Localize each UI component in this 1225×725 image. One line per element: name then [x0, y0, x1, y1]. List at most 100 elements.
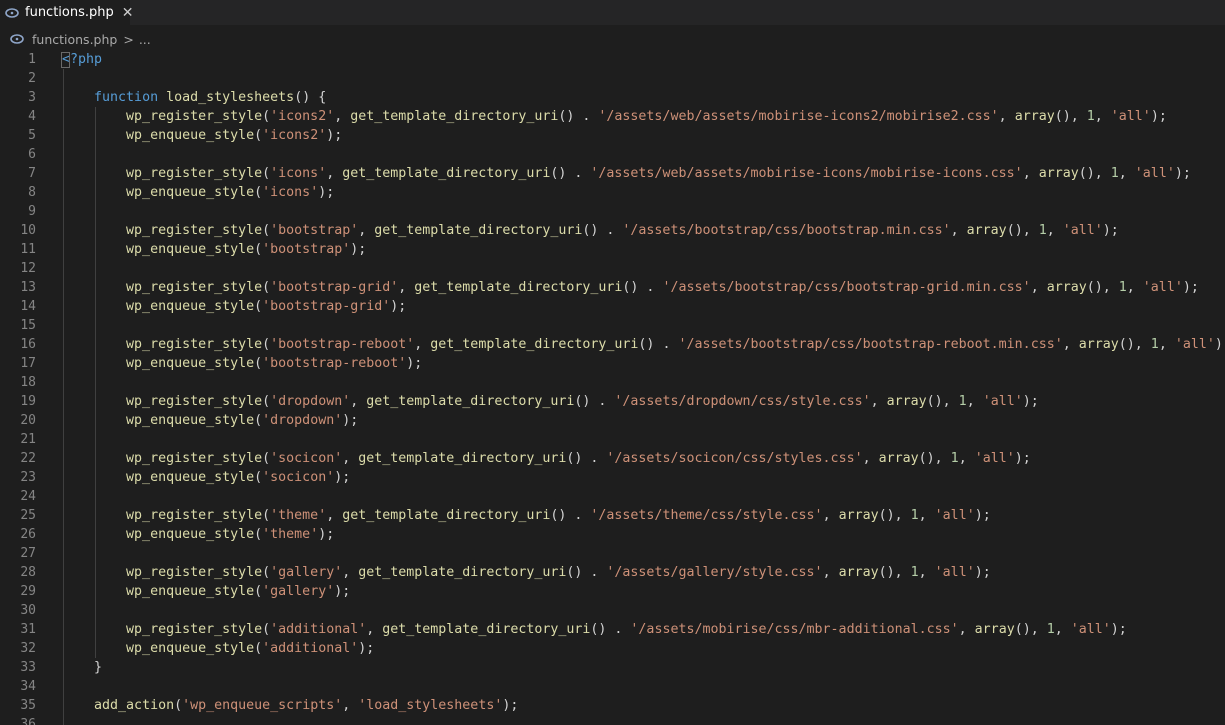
code-text: wp_enqueue_style('icons2'); — [62, 128, 342, 143]
code-line[interactable]: 22 wp_register_style('socicon', get_temp… — [0, 449, 1225, 468]
code-line[interactable]: 36 — [0, 715, 1225, 725]
php-elephant-icon — [10, 33, 24, 45]
code-token: get_template_directory_uri — [374, 223, 583, 238]
code-line[interactable]: 31 wp_register_style('additional', get_t… — [0, 620, 1225, 639]
code-token: 'bootstrap-reboot' — [270, 337, 415, 352]
code-line[interactable]: 11 wp_enqueue_style('bootstrap'); — [0, 240, 1225, 259]
code-line[interactable]: 32 wp_enqueue_style('additional'); — [0, 639, 1225, 658]
code-line[interactable]: 27 — [0, 544, 1225, 563]
code-line[interactable]: 4 wp_register_style('icons2', get_templa… — [0, 107, 1225, 126]
code-line[interactable]: 15 — [0, 316, 1225, 335]
code-token: '/assets/bootstrap/css/bootstrap-grid.mi… — [662, 280, 1031, 295]
breadcrumb: functions.php > ... — [0, 29, 151, 49]
code-token: , — [1094, 109, 1111, 124]
close-icon[interactable]: ✕ — [122, 6, 134, 20]
code-token: (), — [1006, 223, 1039, 238]
line-number: 18 — [20, 375, 36, 390]
code-token: ); — [350, 242, 367, 257]
code-editor[interactable]: 1 <?php 2 3 function load_stylesheets() {4 … — [0, 50, 1225, 725]
code-text: wp_enqueue_style('bootstrap'); — [62, 242, 366, 257]
code-token: 'socicon' — [270, 451, 343, 466]
code-line[interactable]: 7 wp_register_style('icons', get_templat… — [0, 164, 1225, 183]
code-line[interactable]: 23 wp_enqueue_style('socicon'); — [0, 468, 1225, 487]
code-line[interactable]: 13 wp_register_style('bootstrap-grid', g… — [0, 278, 1225, 297]
code-token: ( — [262, 394, 271, 409]
code-line[interactable]: 12 — [0, 259, 1225, 278]
code-line[interactable]: 17 wp_enqueue_style('bootstrap-reboot'); — [0, 354, 1225, 373]
code-line[interactable]: 14 wp_enqueue_style('bootstrap-grid'); — [0, 297, 1225, 316]
code-token: '/assets/web/assets/mobirise-icons2/mobi… — [598, 109, 999, 124]
line-number: 27 — [20, 546, 36, 561]
code-line[interactable]: 18 — [0, 373, 1225, 392]
code-text: wp_register_style('bootstrap-reboot', ge… — [62, 337, 1225, 352]
line-number: 36 — [20, 717, 36, 725]
breadcrumb-file[interactable]: functions.php — [32, 32, 117, 47]
line-number: 28 — [20, 565, 36, 580]
php-elephant-icon — [5, 7, 19, 19]
code-token: , — [342, 565, 359, 580]
code-line[interactable]: 1 <?php — [0, 50, 1225, 69]
line-number: 6 — [28, 147, 36, 162]
code-line[interactable]: 28 wp_register_style('gallery', get_temp… — [0, 563, 1225, 582]
code-line[interactable]: 24 — [0, 487, 1225, 506]
code-line[interactable]: 8 wp_enqueue_style('icons'); — [0, 183, 1225, 202]
code-token: ); — [1102, 223, 1119, 238]
code-token: wp_register_style — [126, 166, 263, 181]
code-line[interactable]: 19 wp_register_style('dropdown', get_tem… — [0, 392, 1225, 411]
code-token: 'all' — [1174, 337, 1215, 352]
breadcrumb-more[interactable]: ... — [139, 32, 151, 47]
code-token: 'wp_enqueue_scripts' — [182, 698, 343, 713]
bracket-match-highlight — [61, 52, 70, 68]
code-line[interactable]: 10 wp_register_style('bootstrap', get_te… — [0, 221, 1225, 240]
code-line[interactable]: 5 wp_enqueue_style('icons2'); — [0, 126, 1225, 145]
code-token: 'bootstrap-grid' — [270, 280, 399, 295]
code-line[interactable]: 16 wp_register_style('bootstrap-reboot',… — [0, 335, 1225, 354]
line-number: 5 — [28, 128, 36, 143]
code-token: 'icons' — [270, 166, 327, 181]
code-line[interactable]: 3 function load_stylesheets() { — [0, 88, 1225, 107]
code-line[interactable]: 25 wp_register_style('theme', get_templa… — [0, 506, 1225, 525]
code-token: 'all' — [1070, 622, 1111, 637]
code-token: wp_enqueue_style — [126, 413, 255, 428]
code-line[interactable]: 6 — [0, 145, 1225, 164]
code-token: () . — [550, 166, 591, 181]
code-token: wp_enqueue_style — [126, 128, 255, 143]
code-token: '/assets/gallery/style.css' — [606, 565, 823, 580]
code-line[interactable]: 29 wp_enqueue_style('gallery'); — [0, 582, 1225, 601]
code-token: (), — [918, 451, 951, 466]
code-line[interactable]: 9 — [0, 202, 1225, 221]
code-token: , — [1118, 166, 1135, 181]
code-token: ); — [358, 641, 375, 656]
code-token: wp_enqueue_style — [126, 299, 255, 314]
code-token: ); — [1182, 280, 1199, 295]
code-text: wp_register_style('bootstrap-grid', get_… — [62, 280, 1199, 295]
code-token: wp_enqueue_style — [126, 527, 255, 542]
line-number: 17 — [20, 356, 36, 371]
code-line[interactable]: 2 — [0, 69, 1225, 88]
code-token: 'all' — [974, 451, 1015, 466]
code-line[interactable]: 33 } — [0, 658, 1225, 677]
code-token: 1 — [1118, 280, 1127, 295]
code-token: wp_register_style — [126, 280, 263, 295]
code-line[interactable]: 34 — [0, 677, 1225, 696]
code-line[interactable]: 35 add_action('wp_enqueue_scripts', 'loa… — [0, 696, 1225, 715]
code-token: 'all' — [1134, 166, 1175, 181]
code-line[interactable]: 21 — [0, 430, 1225, 449]
line-number: 12 — [20, 261, 36, 276]
code-token: , — [822, 508, 839, 523]
code-token: ); — [1214, 337, 1225, 352]
code-token: 'socicon' — [262, 470, 335, 485]
code-line[interactable]: 30 — [0, 601, 1225, 620]
code-token: 'bootstrap-grid' — [262, 299, 391, 314]
code-line[interactable]: 26 wp_enqueue_style('theme'); — [0, 525, 1225, 544]
line-number: 4 — [28, 109, 36, 124]
tab-functions-php[interactable]: functions.php ✕ — [0, 0, 134, 25]
code-token: 'icons2' — [270, 109, 335, 124]
code-line[interactable]: 20 wp_enqueue_style('dropdown'); — [0, 411, 1225, 430]
line-number: 19 — [20, 394, 36, 409]
